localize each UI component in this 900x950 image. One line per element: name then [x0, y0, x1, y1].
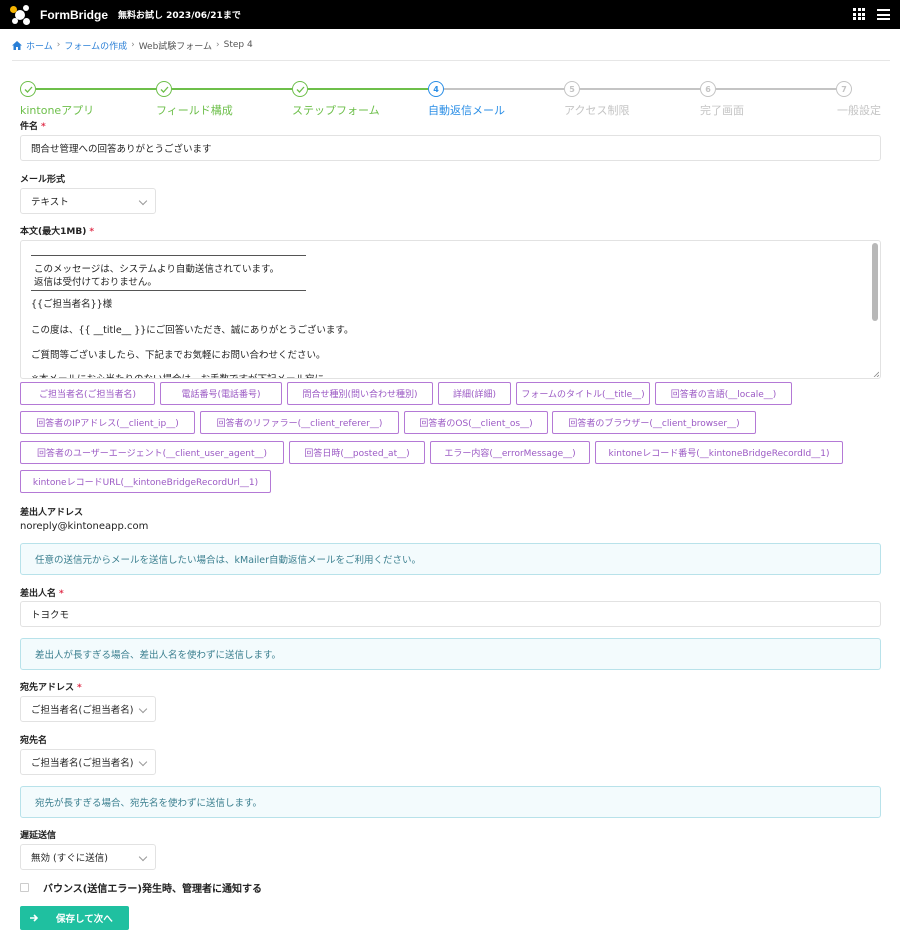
step-connector	[444, 88, 564, 90]
placeholder-insert-button[interactable]: kintoneレコードURL(__kintoneBridgeRecordUrl_…	[20, 470, 271, 493]
step-label[interactable]: フィールド構成	[156, 102, 233, 118]
placeholder-insert-button[interactable]: 回答者のユーザーエージェント(__client_user_agent__)	[20, 441, 284, 464]
app-name[interactable]: FormBridge	[40, 8, 108, 22]
placeholder-insert-button[interactable]: 回答者のIPアドレス(__client_ip__)	[20, 411, 195, 434]
placeholder-insert-button[interactable]: 回答日時(__posted_at__)	[289, 441, 425, 464]
arrow-right-icon	[30, 914, 39, 922]
breadcrumb-chevron-icon: ›	[216, 40, 220, 50]
sender-address-label: 差出人アドレス	[20, 508, 84, 518]
check-icon[interactable]	[292, 81, 308, 97]
step-label[interactable]: 完了画面	[700, 102, 744, 118]
step-label[interactable]: 一般設定	[837, 102, 881, 118]
step-label[interactable]: kintoneアプリ	[20, 102, 94, 118]
body-line: ※本メールにお心当たりのない場合は、お手数ですが下記メール宛に	[31, 371, 324, 378]
placeholder-insert-button[interactable]: フォームのタイトル(__title__)	[516, 382, 650, 405]
chevron-down-icon	[138, 704, 148, 714]
step-label[interactable]: 自動返信メール	[428, 102, 505, 118]
placeholder-insert-button[interactable]: 回答者のブラウザー(__client_browser__)	[552, 411, 756, 434]
resize-handle-icon[interactable]	[873, 371, 879, 377]
to-name-select[interactable]: ご担当者名(ご担当者名)	[20, 749, 156, 775]
breadcrumb-create-link[interactable]: フォームの作成	[64, 39, 127, 52]
body-rule	[31, 290, 306, 291]
save-next-label: 保存して次へ	[56, 914, 113, 925]
body-label: 本文(最大1MB) *	[20, 227, 95, 237]
step-label[interactable]: アクセス制限	[564, 102, 629, 118]
sender-name-label: 差出人名 *	[20, 589, 64, 599]
check-icon[interactable]	[20, 81, 36, 97]
step-label[interactable]: ステップフォーム	[292, 102, 380, 118]
mail-format-label: メール形式	[20, 175, 66, 185]
delay-select[interactable]: 無効 (すぐに送信)	[20, 844, 156, 870]
placeholder-insert-button[interactable]: 回答者のOS(__client_os__)	[404, 411, 548, 434]
save-next-button[interactable]: 保存して次へ	[20, 906, 129, 930]
apps-grid-icon[interactable]	[853, 8, 865, 20]
to-address-select[interactable]: ご担当者名(ご担当者名)	[20, 696, 156, 722]
step-connector	[580, 88, 700, 90]
placeholder-insert-button[interactable]: kintoneレコード番号(__kintoneBridgeRecordId__1…	[595, 441, 843, 464]
bounce-notify-checkbox[interactable]	[20, 882, 29, 892]
formbridge-logo-icon[interactable]	[10, 4, 30, 25]
to-name-label: 宛先名	[20, 736, 48, 746]
sender-name-info: 差出人が長すぎる場合、差出人名を使わずに送信します。	[20, 638, 881, 670]
placeholder-insert-button[interactable]: 詳細(詳細)	[438, 382, 511, 405]
body-line: このメッセージは、システムより自動送信されています。	[34, 264, 280, 275]
trial-notice: 無料お試し 2023/06/21まで	[118, 11, 241, 21]
bounce-notify-row[interactable]: バウンス(送信エラー)発生時、管理者に通知する	[20, 880, 262, 895]
mail-format-select[interactable]: テキスト	[20, 188, 156, 214]
step-number[interactable]: 5	[564, 81, 580, 97]
hamburger-menu-icon[interactable]	[877, 9, 890, 20]
subject-label: 件名 *	[20, 122, 46, 132]
step-connector	[172, 88, 292, 90]
sender-address-value: noreply@kintoneapp.com	[20, 521, 149, 532]
breadcrumb-step: Step 4	[223, 40, 253, 50]
subject-input[interactable]: 問合せ管理への回答ありがとうございます	[20, 135, 881, 161]
bounce-notify-label[interactable]: バウンス(送信エラー)発生時、管理者に通知する	[43, 880, 262, 895]
chevron-down-icon	[138, 196, 148, 206]
placeholder-insert-button[interactable]: 回答者のリファラー(__client_referer__)	[200, 411, 399, 434]
body-line: ご質問等ございましたら、下記までお気軽にお問い合わせください。	[31, 350, 326, 361]
breadcrumb: ホーム › フォームの作成 › Web試験フォーム › Step 4	[12, 39, 253, 52]
breadcrumb-home-link[interactable]: ホーム	[26, 39, 53, 52]
check-icon[interactable]	[156, 81, 172, 97]
to-name-info: 宛先が長すぎる場合、宛先名を使わずに送信します。	[20, 786, 881, 818]
delay-label: 遅延送信	[20, 831, 57, 841]
step-number[interactable]: 4	[428, 81, 444, 97]
divider	[12, 60, 890, 61]
placeholder-insert-button[interactable]: 電話番号(電話番号)	[160, 382, 282, 405]
body-line: この度は、{{ __title__ }}にご回答いただき、誠にありがとうございま…	[31, 325, 354, 336]
breadcrumb-chevron-icon: ›	[56, 40, 61, 50]
top-bar: FormBridge 無料お試し 2023/06/21まで	[0, 0, 900, 29]
body-line: 返信は受付けておりません。	[34, 277, 157, 288]
to-address-label: 宛先アドレス *	[20, 683, 82, 693]
step-connector	[716, 88, 836, 90]
step-connector	[308, 88, 428, 90]
body-rule	[31, 255, 306, 256]
body-textarea[interactable]: このメッセージは、システムより自動送信されています。 返信は受付けておりません。…	[20, 240, 881, 379]
chevron-down-icon	[138, 852, 148, 862]
body-scrollbar[interactable]	[872, 243, 878, 373]
home-icon	[12, 40, 22, 50]
placeholder-insert-button[interactable]: エラー内容(__errorMessage__)	[430, 441, 590, 464]
breadcrumb-chevron-icon: ›	[131, 40, 135, 50]
breadcrumb-form: Web試験フォーム	[138, 41, 213, 52]
step-progress: kintoneアプリ フィールド構成 ステップフォーム 4 自動返信メール 5 アクセス制限…	[20, 81, 881, 118]
placeholder-insert-button[interactable]: ご担当者名(ご担当者名)	[20, 382, 155, 405]
chevron-down-icon	[138, 757, 148, 767]
placeholder-insert-button[interactable]: 回答者の言語(__locale__)	[655, 382, 792, 405]
step-connector	[36, 88, 156, 90]
body-line: {{ご担当者名}}様	[31, 299, 113, 310]
placeholder-insert-button[interactable]: 問合せ種別(問い合わせ種別)	[287, 382, 433, 405]
step-number[interactable]: 7	[836, 81, 852, 97]
step-number[interactable]: 6	[700, 81, 716, 97]
sender-address-info: 任意の送信元からメールを送信したい場合は、kMailer自動返信メールをご利用く…	[20, 543, 881, 575]
sender-name-input[interactable]: トヨクモ	[20, 601, 881, 627]
